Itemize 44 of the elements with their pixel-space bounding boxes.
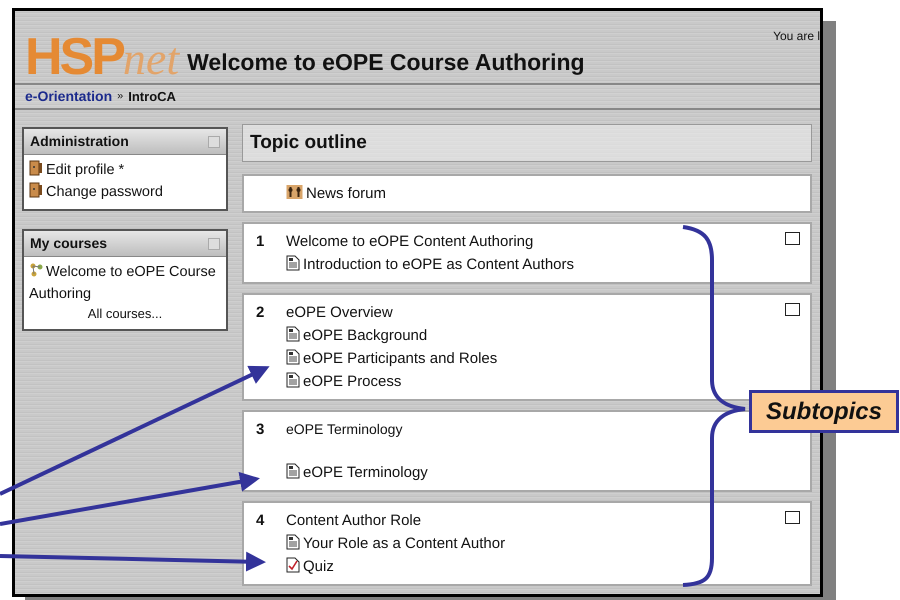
- forum-icon: [286, 184, 303, 200]
- document-icon: [286, 463, 300, 479]
- section-title: eOPE Terminology: [286, 420, 404, 439]
- activity-link[interactable]: eOPE Participants and Roles: [286, 347, 498, 370]
- section-number: 4: [256, 511, 266, 531]
- section-title: eOPE Overview: [286, 303, 394, 323]
- activity-link[interactable]: eOPE Background: [286, 324, 498, 347]
- section-number: 1: [256, 232, 266, 252]
- login-info: You are l: [773, 28, 820, 45]
- document-icon: [286, 349, 300, 365]
- highlight-box[interactable]: [785, 232, 800, 245]
- person-icon: [29, 160, 43, 176]
- document-icon: [286, 534, 300, 550]
- logo: HSPnet: [25, 31, 180, 83]
- course-icon: [29, 262, 43, 278]
- block-link[interactable]: Welcome to eOPE Course Authoring: [29, 261, 221, 305]
- activity-link[interactable]: Quiz: [286, 555, 506, 578]
- section-header: Topic outline: [242, 124, 812, 162]
- activity-link[interactable]: Your Role as a Content Author: [286, 532, 506, 555]
- activity-link[interactable]: News forum: [286, 182, 386, 205]
- document-icon: [286, 326, 300, 342]
- page-title: Welcome to eOPE Course Authoring: [187, 48, 585, 77]
- callout-label: Subtopics: [749, 390, 899, 433]
- section-title: Welcome to eOPE Content Authoring: [286, 232, 534, 252]
- block-title: My courses: [30, 234, 108, 253]
- section-number: 2: [256, 303, 266, 323]
- document-icon: [286, 372, 300, 388]
- activity-link[interactable]: Introduction to eOPE as Content Authors: [286, 253, 574, 276]
- breadcrumb-current: IntroCA: [128, 88, 176, 106]
- section-number: 3: [256, 420, 266, 440]
- person-icon: [29, 182, 43, 198]
- quiz-icon: [286, 557, 300, 573]
- all-courses-link[interactable]: All courses...: [29, 305, 221, 323]
- highlight-box[interactable]: [785, 511, 800, 524]
- activity-link[interactable]: eOPE Terminology: [286, 461, 428, 484]
- breadcrumb-separator: »: [117, 89, 124, 104]
- block-link[interactable]: Change password: [29, 181, 221, 203]
- section-title: Content Author Role: [286, 511, 422, 531]
- highlight-box[interactable]: [785, 303, 800, 316]
- block-title: Administration: [30, 132, 129, 151]
- document-icon: [286, 255, 300, 271]
- block-link[interactable]: Edit profile *: [29, 159, 221, 181]
- activity-link[interactable]: eOPE Process: [286, 370, 498, 393]
- breadcrumb-link[interactable]: e-Orientation: [25, 86, 112, 107]
